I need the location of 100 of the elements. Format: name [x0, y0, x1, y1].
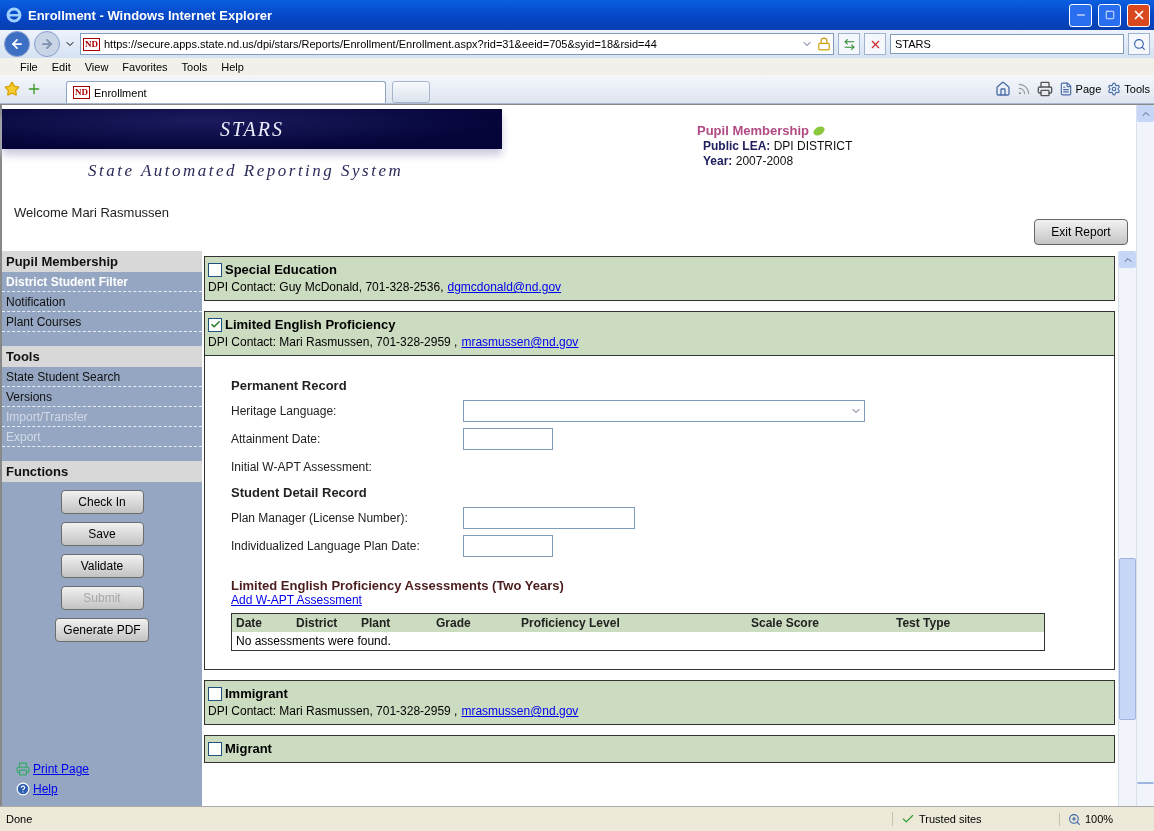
assessments-heading: Limited English Proficiency Assessments (Two Years)	[231, 578, 565, 593]
home-icon[interactable]	[994, 81, 1011, 97]
check-icon	[901, 812, 915, 826]
security-zone: Trusted sites	[919, 813, 982, 825]
zoom-level[interactable]: 100%	[1085, 813, 1114, 825]
forward-arrow-icon	[40, 37, 54, 51]
sidebar-item[interactable]: Plant Courses	[2, 312, 202, 332]
sidebar-heading: Functions	[2, 461, 202, 482]
year-text: Year: 2007-2008	[703, 154, 795, 168]
close-button[interactable]	[1127, 3, 1150, 27]
menu-item[interactable]: File	[20, 60, 38, 73]
section-title: Special Education	[225, 262, 337, 277]
menu-item[interactable]: View	[84, 60, 109, 73]
browser-tab[interactable]: ND Enrollment	[66, 81, 386, 103]
scroll-up-button[interactable]	[1137, 105, 1154, 122]
search-button[interactable]	[1128, 33, 1150, 55]
contact-text: DPI Contact: Mari Rasmussen, 701-328-2959 ,	[208, 335, 458, 349]
back-arrow-icon	[10, 37, 24, 51]
zoom-icon[interactable]	[1068, 812, 1081, 826]
back-button[interactable]	[4, 31, 30, 57]
field-label: Attainment Date:	[231, 432, 322, 446]
section-checkbox[interactable]	[208, 686, 222, 701]
browser-logo-icon	[6, 7, 22, 23]
gear-icon	[1107, 82, 1122, 96]
forward-button[interactable]	[34, 31, 60, 57]
report-title: Pupil Membership	[697, 123, 809, 138]
add-favorite-icon[interactable]	[26, 81, 42, 97]
search-icon	[1132, 37, 1146, 51]
welcome-text: Welcome Mari Rasmussen	[14, 205, 171, 220]
section-title: Immigrant	[225, 686, 288, 701]
section-checkbox[interactable]	[208, 317, 222, 332]
search-field[interactable]: STARS	[890, 34, 1124, 54]
function-button[interactable]: Generate PDF	[55, 618, 149, 642]
menu-item[interactable]: Tools	[181, 60, 208, 73]
column-header: Scale Score	[751, 616, 821, 630]
column-header: Test Type	[896, 616, 952, 630]
star-icon[interactable]	[4, 81, 20, 97]
column-header: Plant	[361, 616, 392, 630]
help-link[interactable]: Help	[33, 782, 58, 796]
refresh-button[interactable]	[838, 33, 860, 55]
site-badge: ND	[83, 37, 100, 51]
column-header: Date	[236, 616, 263, 630]
print-link[interactable]: Print Page	[33, 762, 90, 776]
empty-message: No assessments were found.	[235, 633, 392, 650]
column-header: Proficiency Level	[521, 616, 621, 630]
function-button[interactable]: Save	[60, 522, 144, 546]
field-label: Individualized Language Plan Date:	[231, 539, 421, 553]
sidebar-item[interactable]: Notification	[2, 292, 202, 312]
window-title: Enrollment - Windows Internet Explorer	[28, 7, 274, 23]
feeds-icon[interactable]	[1016, 82, 1031, 96]
lea-text: Public LEA: DPI DISTRICT	[703, 139, 854, 153]
print-icon	[16, 762, 30, 776]
menu-item[interactable]: Help	[221, 60, 244, 73]
status-text: Done	[6, 813, 34, 825]
stop-button[interactable]	[864, 33, 886, 55]
maximize-icon	[1104, 10, 1115, 20]
column-header: Grade	[436, 616, 472, 630]
field-label: Initial W-APT Assessment:	[231, 460, 373, 474]
logo-title: STARS	[219, 117, 285, 141]
contact-text: DPI Contact: Mari Rasmussen, 701-328-2959 ,	[208, 704, 458, 718]
page-menu[interactable]: Page	[1058, 82, 1102, 96]
refresh-arrows-icon	[842, 37, 856, 51]
maximize-button[interactable]	[1098, 3, 1121, 27]
menu-item[interactable]: Favorites	[122, 60, 168, 73]
function-button[interactable]: Validate	[60, 554, 144, 578]
minimize-button[interactable]	[1069, 3, 1092, 27]
function-button[interactable]: Check In	[60, 490, 144, 514]
scroll-up-button[interactable]	[1119, 251, 1136, 268]
section-checkbox[interactable]	[208, 262, 222, 277]
email-link[interactable]: mrasmussen@nd.gov	[461, 335, 579, 349]
tools-menu[interactable]: Tools	[1107, 82, 1150, 96]
address-field[interactable]: ND https://secure.apps.state.nd.us/dpi/stars/Reports/Enrollment/Enrollment.aspx?rid=31&eeid=705&syid=18&rsid=44	[80, 33, 834, 55]
text-field[interactable]	[463, 507, 635, 529]
date-field[interactable]	[463, 428, 553, 450]
email-link[interactable]: mrasmussen@nd.gov	[461, 704, 579, 718]
date-field[interactable]	[463, 535, 553, 557]
sidebar-item[interactable]: Versions	[2, 387, 202, 407]
help-icon	[16, 782, 30, 796]
print-icon[interactable]	[1036, 81, 1053, 97]
sidebar-item[interactable]: State Student Search	[2, 367, 202, 387]
site-badge: ND	[73, 86, 90, 99]
subsection-heading: Permanent Record	[231, 378, 348, 393]
section-title: Migrant	[225, 741, 272, 756]
section-checkbox[interactable]	[208, 741, 222, 756]
logo-subtitle: State Automated Reporting System	[88, 161, 405, 181]
sidebar-heading: Pupil Membership	[2, 251, 202, 272]
page-scrollbar[interactable]	[1136, 105, 1154, 806]
add-assessment-link[interactable]: Add W-APT Assessment	[231, 593, 362, 607]
field-label: Plan Manager (License Number):	[231, 511, 409, 525]
subsection-heading: Student Detail Record	[231, 485, 368, 500]
new-tab-button[interactable]	[392, 81, 430, 103]
menu-item[interactable]: Edit	[51, 60, 71, 73]
sidebar-heading: Tools	[2, 346, 202, 367]
field-label: Heritage Language:	[231, 404, 338, 418]
lock-icon[interactable]	[817, 37, 831, 51]
email-link[interactable]: dgmcdonald@nd.gov	[447, 280, 562, 294]
inner-scrollbar[interactable]	[1118, 251, 1136, 806]
column-header: District	[296, 616, 339, 630]
heritage-language-dropdown[interactable]	[463, 400, 865, 422]
exit-report-button[interactable]: Exit Report	[1034, 219, 1128, 245]
